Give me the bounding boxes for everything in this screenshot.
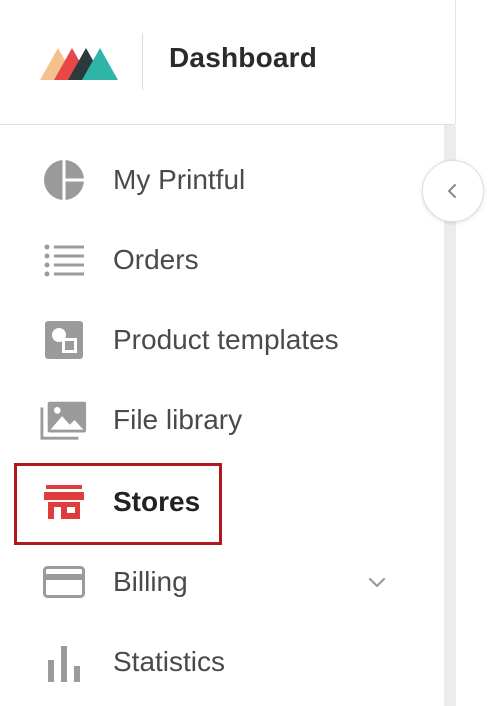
header-right-area — [455, 0, 500, 124]
sidebar-item-file-library[interactable]: File library — [0, 390, 444, 450]
sidebar-item-label: Orders — [113, 244, 199, 275]
sidebar-item-label: Product templates — [113, 324, 339, 355]
active-item-highlight — [14, 463, 222, 545]
sidebar-item-label: Statistics — [113, 646, 226, 677]
sidebar-item-label: My Printful — [113, 164, 246, 195]
chevron-left-icon — [448, 184, 456, 198]
sidebar-item-product-templates[interactable]: Product templates — [0, 310, 444, 370]
bar-chart-icon — [40, 642, 88, 682]
template-icon — [40, 320, 88, 360]
sidebar-item-label: File library — [113, 404, 243, 435]
sidebar-item-orders[interactable]: Orders — [0, 230, 444, 290]
pie-chart-icon — [40, 159, 88, 201]
header-divider — [142, 33, 143, 90]
header: Dashboard — [0, 0, 455, 125]
credit-card-icon — [40, 562, 88, 602]
collapse-sidebar-button[interactable] — [422, 160, 484, 222]
sidebar-item-statistics[interactable]: Statistics — [0, 632, 444, 692]
sidebar-item-my-printful[interactable]: My Printful — [0, 150, 444, 210]
sidebar-item-label: Billing — [113, 566, 188, 597]
list-icon — [40, 240, 88, 280]
chevron-down-icon[interactable] — [366, 572, 388, 594]
image-library-icon — [40, 400, 88, 440]
printful-logo[interactable] — [40, 44, 120, 80]
page-title: Dashboard — [169, 42, 318, 73]
